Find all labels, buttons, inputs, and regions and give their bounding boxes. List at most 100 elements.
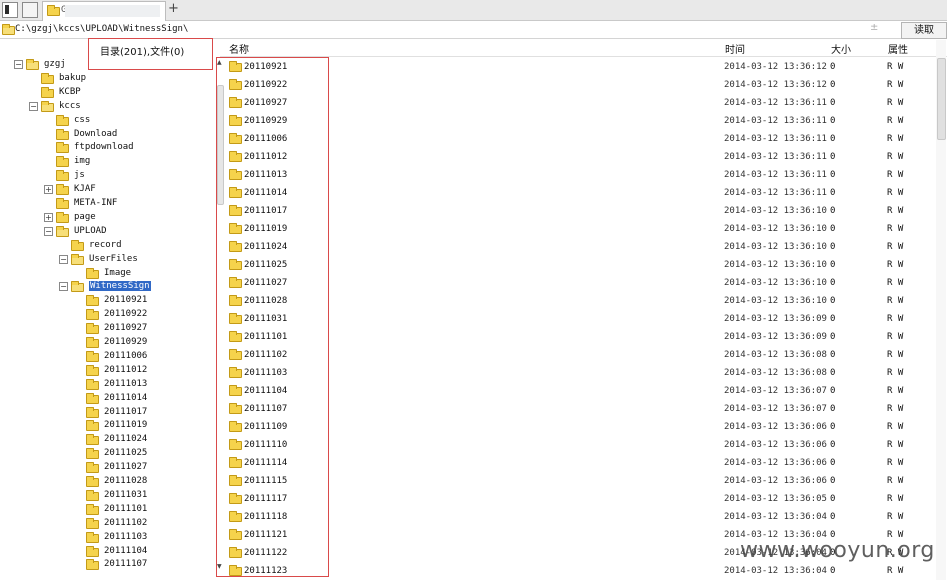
folder-icon	[86, 309, 99, 321]
tree-node-label: 20111104	[104, 545, 148, 556]
folder-icon	[47, 5, 60, 16]
file-attr: R W	[887, 494, 904, 504]
file-attr: R W	[887, 278, 904, 288]
column-size[interactable]: 大小	[831, 41, 851, 56]
expand-toggle-icon[interactable]: −	[14, 60, 23, 69]
file-size: 0	[830, 566, 836, 576]
file-time: 2014-03-12 13:36:10	[724, 278, 827, 288]
expand-toggle-icon[interactable]: +	[44, 185, 53, 195]
file-size: 0	[830, 224, 836, 234]
folder-icon	[86, 462, 99, 474]
file-size: 0	[830, 404, 836, 414]
tab-title-obscured	[65, 5, 160, 17]
file-size: 0	[830, 80, 836, 90]
file-size: 0	[830, 386, 836, 396]
address-path-input[interactable]: C:\gzgj\kccs\UPLOAD\WitnessSign\	[15, 24, 188, 34]
file-attr: R W	[887, 116, 904, 126]
file-time: 2014-03-12 13:36:11	[724, 116, 827, 126]
file-size: 0	[830, 512, 836, 522]
folder-icon	[86, 323, 99, 335]
tree-node-label: 20111101	[104, 503, 148, 514]
column-attr[interactable]: 属性	[888, 41, 908, 56]
folder-icon	[56, 225, 69, 237]
tree-node-label: 20111012	[104, 364, 148, 375]
file-attr: R W	[887, 332, 904, 342]
file-attr: R W	[887, 134, 904, 144]
expand-toggle-icon[interactable]: +	[44, 212, 53, 222]
folder-icon	[86, 267, 99, 279]
file-attr: R W	[887, 98, 904, 108]
folder-icon	[56, 184, 69, 196]
folder-icon	[2, 24, 15, 35]
tree-node-label: WitnessSign	[89, 281, 151, 292]
file-size: 0	[830, 152, 836, 162]
tree-node-label: 20111019	[104, 420, 148, 431]
tree-node-label: css	[74, 114, 91, 125]
tab-active[interactable]: G	[42, 1, 166, 21]
folder-icon	[86, 531, 99, 543]
file-time: 2014-03-12 13:36:11	[724, 98, 827, 108]
file-attr: R W	[887, 296, 904, 306]
file-time: 2014-03-12 13:36:07	[724, 386, 827, 396]
file-attr: R W	[887, 566, 904, 576]
tree-node-label: img	[74, 156, 91, 167]
file-attr: R W	[887, 404, 904, 414]
tree-node-label: KCBP	[59, 86, 81, 97]
expand-toggle-icon[interactable]: −	[59, 282, 68, 292]
folder-icon	[56, 198, 69, 209]
folder-tree: 目录(201),文件(0) − gzgj bakup KCBP − kccs css Down…	[0, 39, 216, 581]
file-time: 2014-03-12 13:36:05	[724, 494, 827, 504]
expand-toggle-icon[interactable]: −	[44, 226, 53, 236]
right-scroll-thumb[interactable]	[937, 58, 946, 140]
file-size: 0	[830, 494, 836, 504]
file-time: 2014-03-12 13:36:08	[724, 350, 827, 360]
tree-node-label: META-INF	[74, 198, 118, 208]
file-attr: R W	[887, 80, 904, 90]
new-tab-button[interactable]: +	[168, 1, 179, 16]
file-time: 2014-03-12 13:36:12	[724, 80, 827, 90]
file-size: 0	[830, 134, 836, 144]
tree-node-label: page	[74, 211, 96, 222]
right-scrollbar[interactable]	[936, 40, 946, 580]
tab-bar: G +	[0, 0, 947, 21]
file-time: 2014-03-12 13:36:09	[724, 332, 827, 342]
tree-node-label: gzgj	[44, 59, 66, 69]
file-size: 0	[830, 278, 836, 288]
file-size: 0	[830, 296, 836, 306]
tree-node-label: 20111013	[104, 378, 148, 389]
folder-icon	[56, 156, 69, 168]
tree-node-label: 20111006	[104, 350, 148, 361]
folder-icon	[86, 434, 99, 446]
folder-icon	[86, 364, 99, 376]
file-attr: R W	[887, 314, 904, 324]
expand-toggle-icon[interactable]: −	[29, 101, 38, 111]
expand-toggle-icon[interactable]: −	[59, 254, 68, 264]
highlight-box-summary	[88, 38, 213, 70]
folder-icon	[56, 142, 69, 154]
folder-icon	[71, 239, 84, 251]
file-size: 0	[830, 62, 836, 72]
tree-node-label: js	[74, 170, 85, 181]
blank-tab-button[interactable]	[22, 2, 38, 18]
tree-node-label: 20111024	[104, 434, 148, 445]
file-time: 2014-03-12 13:36:10	[724, 296, 827, 306]
file-attr: R W	[887, 152, 904, 162]
folder-icon	[41, 86, 54, 98]
column-time[interactable]: 时间	[725, 41, 745, 56]
dropdown-icon[interactable]: ±	[870, 22, 878, 33]
tree-node-label: 20110922	[104, 309, 148, 320]
tree-node-label: bakup	[59, 72, 87, 83]
file-size: 0	[830, 206, 836, 216]
panel-toggle-button[interactable]	[2, 2, 18, 18]
folder-icon	[56, 128, 69, 140]
folder-icon	[41, 100, 54, 112]
folder-icon	[26, 59, 39, 70]
file-time: 2014-03-12 13:36:06	[724, 458, 827, 468]
file-attr: R W	[887, 440, 904, 450]
folder-icon	[56, 211, 69, 223]
read-button[interactable]: 读取	[901, 22, 947, 39]
file-attr: R W	[887, 368, 904, 378]
file-attr: R W	[887, 206, 904, 216]
column-name[interactable]: 名称	[229, 41, 249, 56]
tree-node-label: 20111017	[104, 406, 148, 417]
